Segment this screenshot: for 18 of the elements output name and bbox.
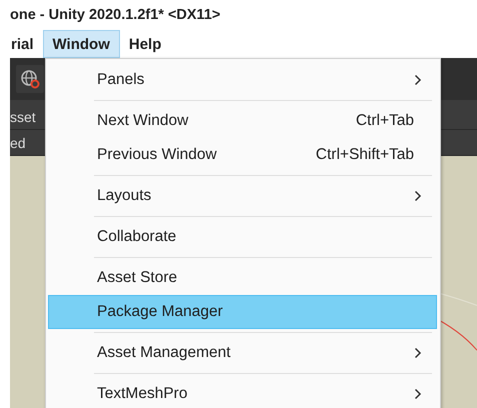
menu-item[interactable]: Package Manager bbox=[48, 295, 437, 329]
panel-row-label[interactable]: ed bbox=[10, 134, 26, 150]
menu-item[interactable]: Collaborate bbox=[48, 220, 437, 254]
globe-icon[interactable] bbox=[16, 65, 44, 93]
panel-row-label[interactable]: sset bbox=[10, 108, 36, 124]
menu-item[interactable]: Next Window Ctrl+Tab bbox=[48, 104, 437, 138]
menu-item[interactable]: Layouts bbox=[48, 179, 437, 213]
window-title: one - Unity 2020.1.2f1* <DX11> bbox=[10, 7, 220, 23]
menu-item[interactable]: Asset Store bbox=[48, 261, 437, 295]
menu-bar-item[interactable]: Window bbox=[42, 30, 120, 58]
menu-bar-item[interactable]: Help bbox=[126, 30, 170, 58]
menu-item[interactable]: Previous Window Ctrl+Shift+Tab bbox=[48, 138, 437, 172]
shortcut-label: Ctrl+Shift+Tab bbox=[316, 146, 414, 164]
menu-bar-item[interactable]: rial bbox=[8, 30, 43, 58]
menu-item[interactable]: Panels bbox=[48, 63, 437, 97]
menu-item[interactable]: TextMeshPro bbox=[48, 377, 437, 408]
menu-item[interactable]: Asset Management bbox=[48, 336, 437, 370]
shortcut-label: Ctrl+Tab bbox=[356, 112, 414, 130]
